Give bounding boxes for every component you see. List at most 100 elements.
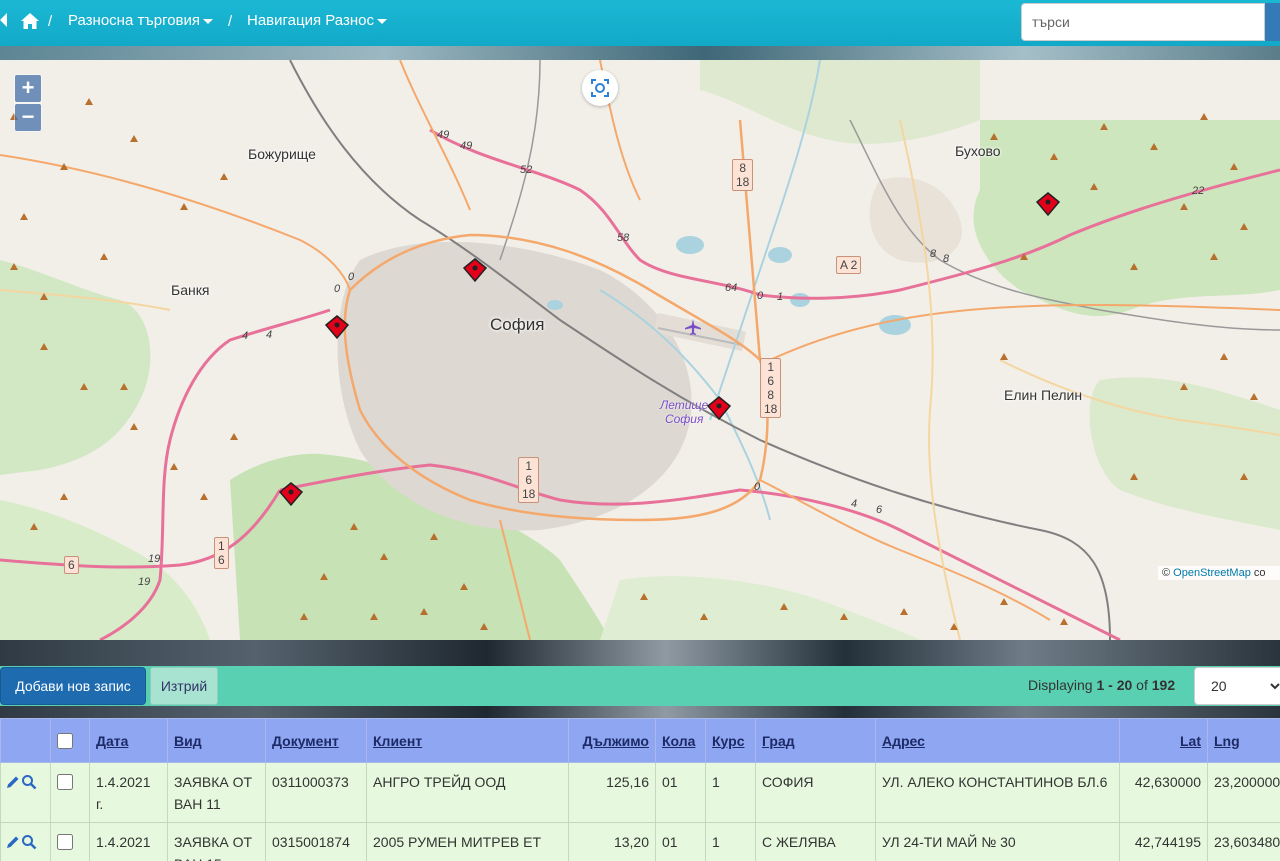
row-checkbox[interactable] <box>57 834 73 850</box>
location-marker-icon[interactable] <box>1035 191 1061 217</box>
road-number: 0 <box>348 271 355 283</box>
cell-lng: 23,200000 <box>1207 762 1280 823</box>
location-marker-icon[interactable] <box>324 314 350 340</box>
column-header-type[interactable]: Вид <box>167 718 266 763</box>
location-marker-icon[interactable] <box>462 257 488 283</box>
column-header-lat[interactable]: Lat <box>1119 718 1208 763</box>
road-number: 0 <box>757 290 764 302</box>
view-magnifier-icon[interactable] <box>21 834 37 850</box>
airport-label: Летище София <box>660 398 709 426</box>
location-marker-icon[interactable] <box>278 481 304 507</box>
column-header-document[interactable]: Документ <box>265 718 367 763</box>
column-header-due[interactable]: Дължимо <box>568 718 656 763</box>
cell-document: 0311000373 <box>265 762 367 823</box>
road-number: 4 <box>851 498 858 510</box>
caret-down-icon <box>376 18 387 24</box>
road-shield: A 2 <box>836 256 862 274</box>
cell-trip: 1 <box>705 822 756 861</box>
road-number: 8 <box>943 253 950 265</box>
column-header-car[interactable]: Кола <box>655 718 706 763</box>
focus-icon <box>591 79 609 97</box>
zoom-control: + − <box>14 74 42 132</box>
cell-lat: 42,630000 <box>1119 762 1208 823</box>
cell-car: 01 <box>655 822 706 861</box>
cell-lng: 23,603480 <box>1207 822 1280 861</box>
page-size-select[interactable]: 20 <box>1194 667 1280 705</box>
table-row: 1.4.2021 г. ЗАЯВКА ОТ ВАН 11 0311000373 … <box>0 762 1280 823</box>
row-actions <box>0 822 51 861</box>
back-arrow-icon[interactable] <box>0 13 7 27</box>
edit-pencil-icon[interactable] <box>5 774 21 790</box>
road-number: 4 <box>266 329 273 341</box>
row-checkbox[interactable] <box>57 774 73 790</box>
cell-address: УЛ 24-ТИ МАЙ № 30 <box>875 822 1120 861</box>
cell-client: АНГРО ТРЕЙД ООД <box>366 762 569 823</box>
airport-icon <box>685 319 701 335</box>
cell-document: 0315001874 <box>265 822 367 861</box>
cell-type: ЗАЯВКА ОТ ВАН 11 <box>167 762 266 823</box>
edit-pencil-icon[interactable] <box>5 834 21 850</box>
paging-info: Displaying 1 - 20 of 192 <box>1028 677 1176 693</box>
column-header-trip[interactable]: Курс <box>705 718 756 763</box>
table-header-row: Дата Вид Документ Клиент Дължимо Кола Ку… <box>0 718 1280 763</box>
breadcrumb-separator: / <box>48 13 53 30</box>
select-all-checkbox[interactable] <box>57 732 73 749</box>
road-number: 8 <box>930 248 937 260</box>
cell-address: УЛ. АЛЕКО КОНСТАНТИНОВ БЛ.6 <box>875 762 1120 823</box>
delete-button[interactable]: Изтрий <box>150 667 218 705</box>
fit-bounds-button[interactable] <box>582 70 618 106</box>
map-attribution: © OpenStreetMap co <box>1158 566 1280 580</box>
osm-link[interactable]: OpenStreetMap <box>1173 567 1251 579</box>
road-shield: 6 <box>64 556 79 574</box>
road-number: 58 <box>617 232 630 244</box>
table-row: 1.4.2021 г. ЗАЯВКА ОТ ВАН 15 0315001874 … <box>0 822 1280 861</box>
cell-type: ЗАЯВКА ОТ ВАН 15 <box>167 822 266 861</box>
location-marker-icon[interactable] <box>706 395 732 421</box>
caret-down-icon <box>203 18 214 24</box>
zoom-out-button[interactable]: − <box>15 104 41 131</box>
column-header-date[interactable]: Дата <box>89 718 168 763</box>
zoom-in-button[interactable]: + <box>15 75 41 102</box>
search-input[interactable] <box>1021 3 1265 41</box>
header-actions <box>0 718 51 763</box>
road-number: 52 <box>520 164 533 176</box>
town-label-sofia: София <box>490 315 545 334</box>
column-header-address[interactable]: Адрес <box>875 718 1120 763</box>
road-number: 22 <box>1192 185 1205 197</box>
column-header-city[interactable]: Град <box>755 718 876 763</box>
road-number: 0 <box>754 481 761 493</box>
town-label-buhovo: Бухово <box>955 143 1001 159</box>
cell-trip: 1 <box>705 762 756 823</box>
column-header-client[interactable]: Клиент <box>366 718 569 763</box>
cell-city: СОФИЯ <box>755 762 876 823</box>
road-number: 1 <box>777 291 784 303</box>
cell-car: 01 <box>655 762 706 823</box>
view-magnifier-icon[interactable] <box>21 774 37 790</box>
row-select <box>50 822 90 861</box>
add-record-button[interactable]: Добави нов запис <box>0 667 146 705</box>
town-label-bankya: Банкя <box>171 282 210 298</box>
column-header-lng[interactable]: Lng <box>1207 718 1280 763</box>
search-button[interactable] <box>1265 3 1280 41</box>
row-select <box>50 762 90 823</box>
town-label-bozhurishte: Божурище <box>248 146 316 162</box>
home-icon[interactable] <box>20 11 40 31</box>
breadcrumb-navigation[interactable]: Навигация Разнос <box>247 12 387 29</box>
cell-date: 1.4.2021 г. <box>89 762 168 823</box>
road-number: 19 <box>148 553 161 565</box>
road-number: 0 <box>334 283 341 295</box>
road-number: 19 <box>138 576 151 588</box>
cell-city: С ЖЕЛЯВА <box>755 822 876 861</box>
road-number: 4 <box>242 330 249 342</box>
road-shield: 1 6 <box>214 537 229 569</box>
cell-lat: 42,744195 <box>1119 822 1208 861</box>
breadcrumb-separator: / <box>228 13 233 30</box>
road-shield: 1 6 18 <box>518 457 540 503</box>
road-number: 6 <box>876 504 883 516</box>
breadcrumb-sales[interactable]: Разносна търговия <box>68 12 214 29</box>
map-view[interactable]: Божурище Бухово Банкя София Елин Пелин Л… <box>0 60 1280 640</box>
header-banner-strip <box>0 46 1280 60</box>
map-tiles <box>0 60 1280 640</box>
town-label-elin-pelin: Елин Пелин <box>1004 387 1083 403</box>
header-select-all <box>50 718 90 763</box>
